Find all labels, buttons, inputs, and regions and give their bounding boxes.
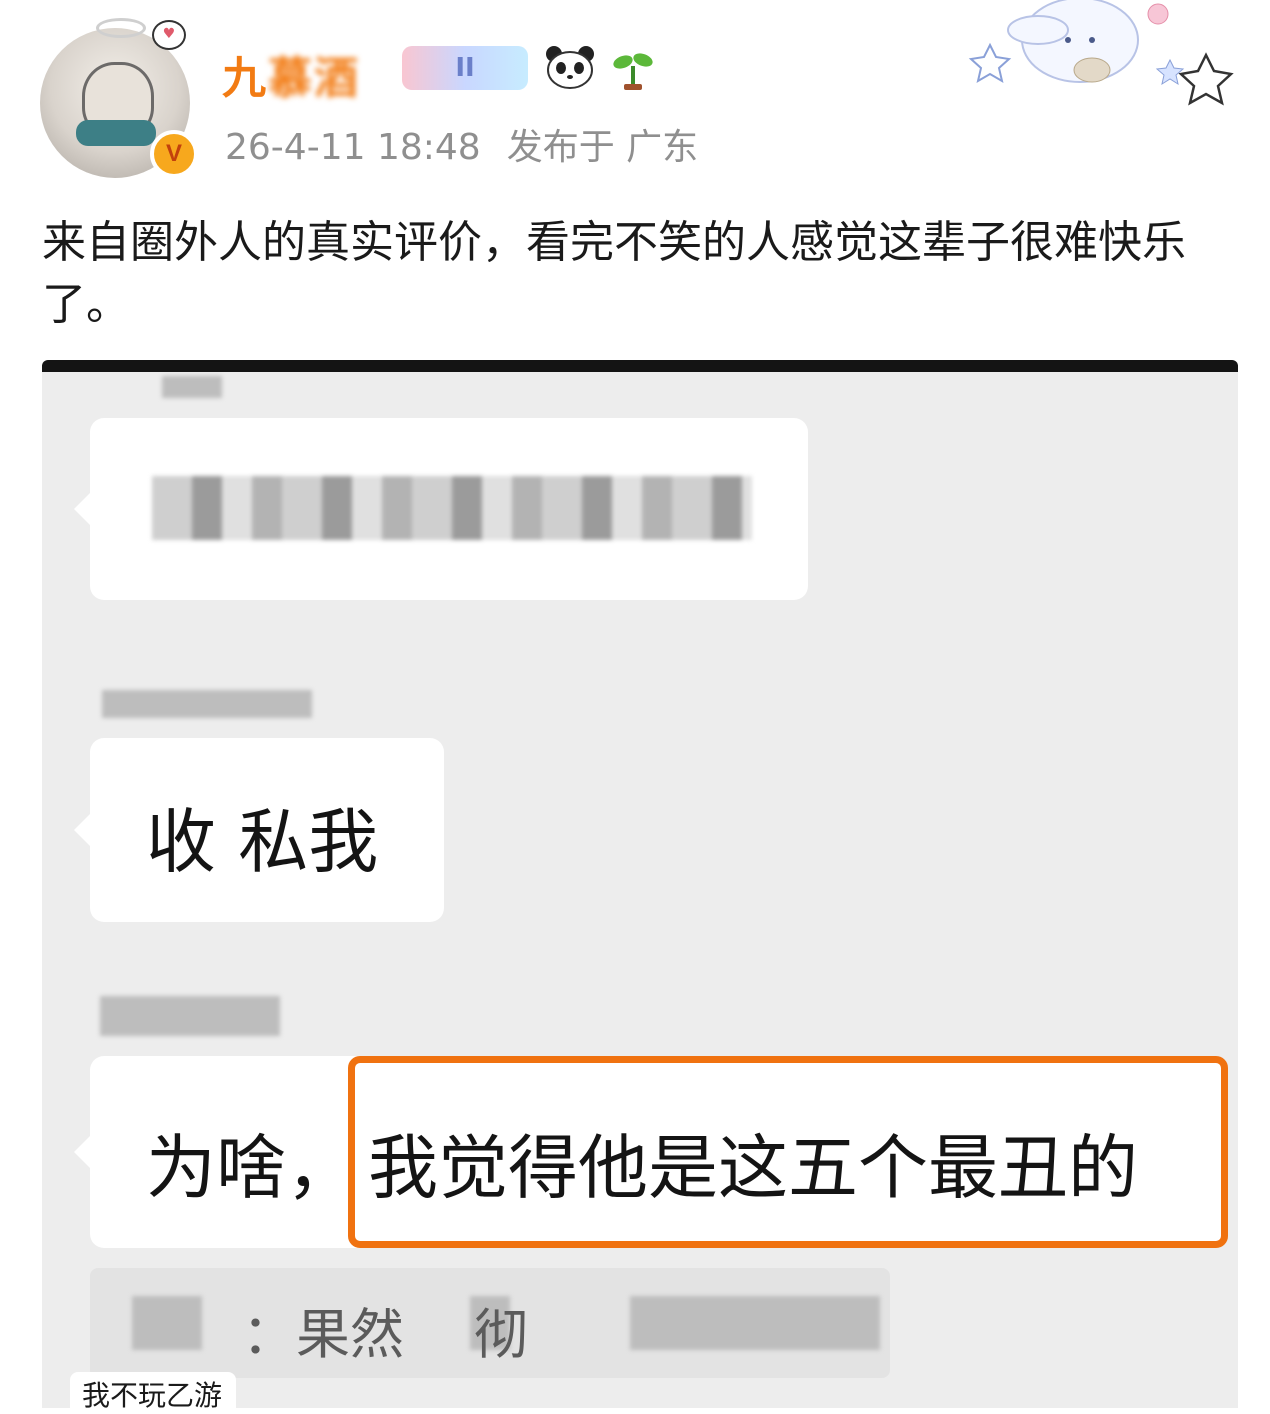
pixelated-text	[630, 1296, 880, 1350]
post-image[interactable]: 收 私我 为啥， 我觉得他是这五个最丑的 ：果然彻	[42, 360, 1238, 1408]
pixelated-name	[132, 1296, 202, 1350]
user-avatar[interactable]: ♥ V	[40, 18, 198, 178]
post-meta: 26-4-11 18:48 发布于 广东	[225, 118, 724, 170]
star-decoration-icon	[968, 0, 1234, 106]
post-location: 发布于 广东	[506, 127, 699, 168]
avatar-scarf	[76, 120, 156, 146]
sprout-icon	[613, 53, 653, 90]
username[interactable]: 九慕酒	[222, 42, 360, 106]
pixelated-name	[102, 690, 312, 718]
pixelated-name	[100, 996, 280, 1036]
pixelated-text	[152, 476, 752, 540]
pixelated-name	[162, 376, 222, 398]
halo-decoration	[96, 18, 146, 38]
watermark: 我不玩乙游	[70, 1372, 237, 1412]
panda-icon	[546, 46, 594, 89]
post-text: 来自圈外人的真实评价，看完不笑的人感觉这辈子很难快乐了。	[42, 217, 1186, 330]
message-bubble-2: 收 私我	[74, 738, 444, 922]
post-timestamp: 26-4-11 18:48	[225, 127, 481, 168]
heart-icon: ♥	[152, 20, 186, 50]
message-text: 为啥，	[146, 1127, 356, 1209]
highlight-box	[348, 1056, 1228, 1248]
message-text: 收 私我	[146, 801, 379, 883]
level-badge-icon: II	[402, 46, 528, 90]
verified-icon: V	[150, 130, 198, 178]
message-bubble-1	[74, 418, 808, 600]
quote-text: ：果然彻	[242, 1303, 528, 1366]
